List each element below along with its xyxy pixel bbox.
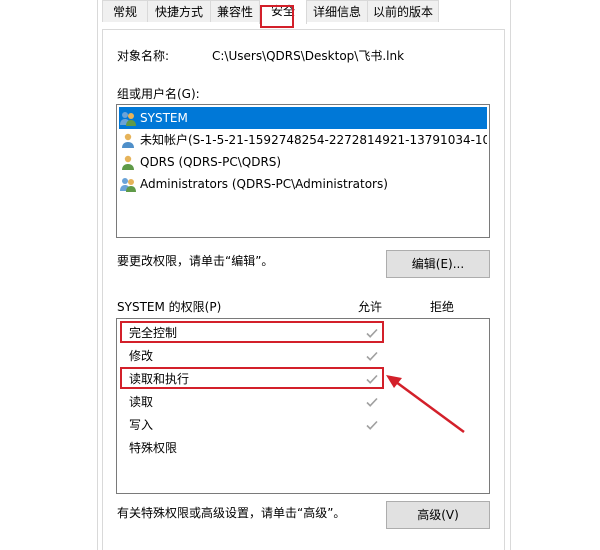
single-user-icon [122, 133, 134, 148]
advanced-button[interactable]: 高级(V) [386, 501, 490, 529]
user-row-qdrs[interactable]: QDRS (QDRS-PC\QDRS) [119, 151, 487, 173]
window-right-border [510, 0, 511, 550]
check-icon [366, 397, 378, 407]
tab-shortcut[interactable]: 快捷方式 [147, 0, 211, 22]
tab-previous-versions-label: 以前的版本 [372, 5, 433, 19]
tab-compatibility[interactable]: 兼容性 [210, 0, 260, 22]
check-icon [366, 374, 378, 384]
user-name: 未知帐户(S-1-5-21-1592748254-2272814921-1379… [140, 133, 487, 147]
user-row-system[interactable]: SYSTEM [119, 107, 487, 129]
users-listbox[interactable]: SYSTEM 未知帐户(S-1-5-21-1592748254-22728149… [116, 104, 490, 238]
groups-label: 组或用户名(G): [117, 87, 200, 101]
user-row-administrators[interactable]: Administrators (QDRS-PC\Administrators) [119, 173, 487, 195]
tab-previous-versions[interactable]: 以前的版本 [367, 0, 439, 22]
tab-details-label: 详细信息 [312, 5, 361, 19]
window-left-border [97, 0, 98, 550]
check-icon [366, 351, 378, 361]
edit-hint: 要更改权限，请单击“编辑”。 [117, 254, 274, 268]
annotation-arrow-icon [386, 375, 465, 434]
check-icon [366, 420, 378, 430]
perm-write: 写入 [129, 418, 154, 432]
perm-read-execute: 读取和执行 [129, 372, 190, 386]
advanced-hint: 有关特殊权限或高级设置，请单击“高级”。 [117, 506, 346, 520]
tab-general-label: 常规 [112, 5, 137, 19]
tab-shortcut-label: 快捷方式 [154, 5, 203, 19]
object-name-value: C:\Users\QDRS\Desktop\飞书.lnk [212, 49, 405, 63]
tab-compatibility-label: 兼容性 [216, 5, 253, 19]
tab-security-label: 安全 [270, 4, 295, 18]
edit-button[interactable]: 编辑(E)... [386, 250, 490, 278]
user-name: QDRS (QDRS-PC\QDRS) [140, 155, 282, 169]
perm-full-control: 完全控制 [129, 326, 178, 340]
single-user-icon [122, 155, 134, 170]
user-row-unknown[interactable]: 未知帐户(S-1-5-21-1592748254-2272814921-1379… [119, 129, 487, 151]
group-users-icon [120, 177, 136, 192]
tab-details[interactable]: 详细信息 [306, 0, 368, 22]
tab-security[interactable]: 安全 [259, 0, 307, 24]
user-name: Administrators (QDRS-PC\Administrators) [140, 177, 388, 191]
object-name-label: 对象名称: [117, 49, 170, 63]
check-icon [366, 328, 378, 338]
group-users-icon [120, 111, 136, 126]
perm-read: 读取 [129, 395, 154, 409]
deny-header: 拒绝 [430, 300, 455, 314]
perm-modify: 修改 [129, 349, 154, 363]
tabs-divider [102, 29, 505, 30]
tab-general[interactable]: 常规 [102, 0, 148, 22]
edit-button-label: 编辑(E)... [411, 257, 465, 271]
advanced-button-label: 高级(V) [417, 508, 459, 522]
user-name: SYSTEM [140, 111, 188, 125]
allow-header: 允许 [358, 300, 383, 314]
permissions-label: SYSTEM 的权限(P) [117, 300, 222, 314]
perm-special: 特殊权限 [129, 441, 178, 455]
